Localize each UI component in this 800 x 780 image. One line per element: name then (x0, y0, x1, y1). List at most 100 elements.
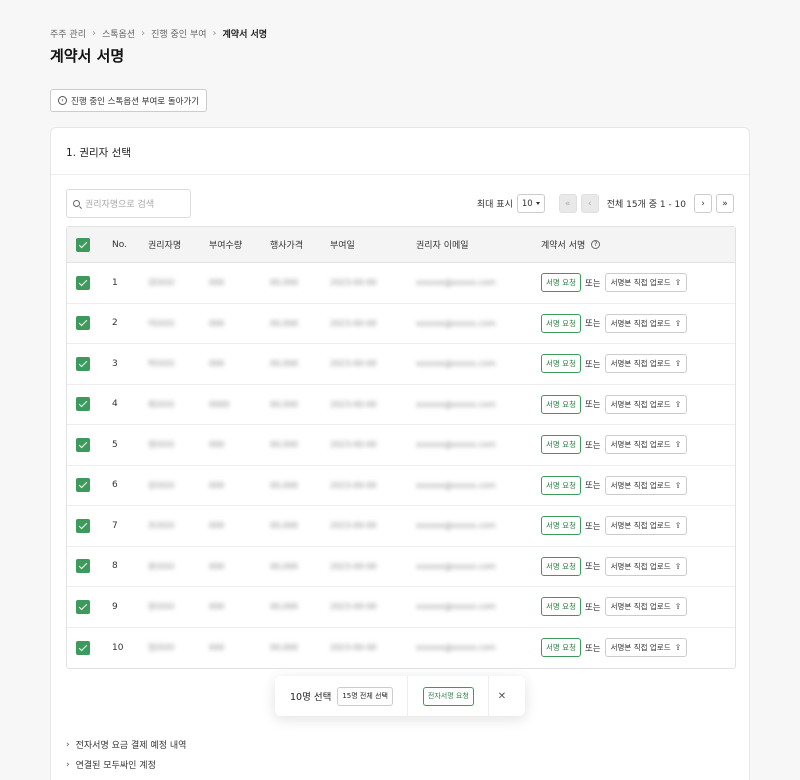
breadcrumb: 주주 관리 › 스톡옵션 › 진행 중인 부여 › 계약서 서명 (50, 27, 267, 40)
breadcrumb-item-shareholders[interactable]: 주주 관리 (50, 27, 86, 40)
upload-signed-button[interactable]: 서명본 직접 업로드 ⇪ (604, 394, 688, 414)
row-checkbox[interactable] (76, 478, 90, 493)
select-all-checkbox[interactable] (76, 237, 90, 252)
row-no: 10 (112, 642, 124, 653)
sign-request-button[interactable]: 서명 요청 (541, 638, 581, 658)
modusign-account-label: 연결된 모두싸인 계정 (75, 761, 156, 771)
help-icon[interactable]: ? (591, 240, 601, 249)
sign-request-button[interactable]: 서명 요청 (541, 597, 581, 617)
upload-signed-button[interactable]: 서명본 직접 업로드 ⇪ (604, 638, 688, 658)
prev-page-button[interactable]: ‹ (580, 194, 599, 213)
sign-request-button[interactable]: 서명 요청 (541, 313, 581, 333)
row-no: 3 (112, 358, 118, 369)
divider (487, 676, 489, 716)
row-checkbox[interactable] (76, 275, 90, 290)
upload-signed-button[interactable]: 서명본 직접 업로드 ⇪ (604, 475, 688, 495)
row-price: 00,000 (270, 440, 298, 450)
row-no: 5 (112, 439, 118, 450)
row-checkbox[interactable] (76, 640, 90, 655)
upload-icon: ⇪ (674, 561, 682, 571)
row-checkbox[interactable] (76, 316, 90, 331)
breadcrumb-item-grants[interactable]: 진행 중인 부여 (151, 27, 206, 40)
row-email: xxxxxx@xxxxx.com (416, 521, 496, 531)
search-input[interactable]: 권리자명으로 검색 (66, 189, 191, 218)
upload-label: 서명본 직접 업로드 (610, 561, 671, 571)
row-qty: 000 (209, 359, 225, 369)
select-all-button[interactable]: 15명 전체 선택 (337, 686, 393, 706)
upload-signed-button[interactable]: 서명본 직접 업로드 ⇪ (604, 313, 688, 333)
or-label: 또는 (584, 521, 601, 532)
upload-signed-button[interactable]: 서명본 직접 업로드 ⇪ (604, 354, 688, 374)
row-checkbox[interactable] (76, 518, 90, 533)
upload-label: 서명본 직접 업로드 (610, 359, 671, 369)
upload-signed-button[interactable]: 서명본 직접 업로드 ⇪ (604, 556, 688, 576)
row-qty: 0000 (209, 399, 230, 409)
upload-signed-button[interactable]: 서명본 직접 업로드 ⇪ (604, 435, 688, 455)
upload-signed-button[interactable]: 서명본 직접 업로드 ⇪ (604, 273, 688, 293)
sign-request-button[interactable]: 서명 요청 (541, 435, 581, 455)
upload-signed-button[interactable]: 서명본 직접 업로드 ⇪ (604, 597, 688, 617)
col-no: No. (112, 239, 127, 250)
page-size-label: 최대 표시 (476, 200, 513, 210)
row-price: 00,000 (270, 399, 298, 409)
upload-icon: ⇪ (674, 399, 682, 409)
sign-request-button[interactable]: 서명 요청 (541, 273, 581, 293)
table-row: 6 강OOO 000 00,000 2023-00-00 xxxxxx@xxxxx.com… (67, 466, 735, 506)
breadcrumb-item-stockoption[interactable]: 스톡옵션 (102, 27, 135, 40)
or-label: 또는 (584, 319, 601, 330)
close-icon[interactable]: ✕ (498, 691, 506, 702)
table-row: 5 정OOO 000 00,000 2023-00-00 xxxxxx@xxxxx.com… (67, 425, 735, 466)
divider (406, 676, 408, 716)
upload-icon: ⇪ (674, 359, 682, 369)
or-label: 또는 (584, 359, 601, 370)
row-checkbox[interactable] (76, 559, 90, 574)
chevron-right-icon: › (212, 28, 217, 39)
chevron-right-icon: › (91, 28, 96, 39)
row-checkbox[interactable] (76, 397, 90, 412)
row-price: 00,000 (270, 318, 298, 328)
row-name: 최OOO (148, 399, 175, 409)
upload-icon: ⇪ (674, 643, 682, 653)
sign-request-button[interactable]: 서명 요청 (541, 394, 581, 414)
table-row: 4 최OOO 0000 00,000 2023-00-00 xxxxxx@xxxxx.co… (67, 385, 735, 425)
esign-request-button[interactable]: 전자서명 요청 (422, 686, 474, 706)
payment-history-link[interactable]: › 전자서명 요금 결제 예정 내역 (66, 738, 187, 752)
row-price: 00,000 (270, 278, 298, 288)
sign-request-button[interactable]: 서명 요청 (541, 475, 581, 495)
back-button-label: 진행 중인 스톡옵션 부여로 돌아가기 (71, 96, 200, 107)
upload-label: 서명본 직접 업로드 (610, 602, 671, 612)
breadcrumb-item-current: 계약서 서명 (222, 30, 268, 40)
page-title: 계약서 서명 (50, 47, 125, 65)
page-size-select[interactable]: 10 (516, 194, 545, 213)
row-no: 7 (112, 520, 118, 531)
row-date: 2023-00-00 (330, 278, 377, 288)
row-qty: 000 (209, 561, 225, 571)
row-checkbox[interactable] (76, 437, 90, 452)
sign-request-button[interactable]: 서명 요청 (541, 556, 581, 576)
table-row: 8 윤OOO 000 00,000 2023-00-00 xxxxxx@xxxxx.com… (67, 547, 735, 587)
upload-signed-button[interactable]: 서명본 직접 업로드 ⇪ (604, 516, 688, 536)
row-checkbox[interactable] (76, 356, 90, 371)
row-checkbox[interactable] (76, 599, 90, 614)
row-price: 00,000 (270, 359, 298, 369)
row-price: 00,000 (270, 643, 298, 653)
row-email: xxxxxx@xxxxx.com (416, 643, 496, 653)
row-date: 2023-00-00 (330, 399, 377, 409)
modusign-account-link[interactable]: › 연결된 모두싸인 계정 (66, 758, 156, 772)
row-email: xxxxxx@xxxxx.com (416, 480, 496, 490)
next-page-button[interactable]: › (694, 194, 712, 213)
sign-request-button[interactable]: 서명 요청 (541, 516, 581, 536)
back-button[interactable]: ‹ 진행 중인 스톡옵션 부여로 돌아가기 (50, 89, 208, 112)
row-no: 4 (112, 399, 118, 410)
table-row: 10 임OOO 000 00,000 2023-00-00 xxxxxx@xxxxx.co… (67, 628, 735, 669)
row-no: 9 (112, 601, 118, 612)
upload-label: 서명본 직접 업로드 (610, 440, 671, 450)
payment-history-label: 전자서명 요금 결제 예정 내역 (75, 741, 187, 751)
first-page-button[interactable]: « (558, 194, 577, 213)
sign-request-button[interactable]: 서명 요청 (541, 354, 581, 374)
last-page-button[interactable]: » (716, 194, 734, 213)
row-qty: 000 (209, 643, 225, 653)
col-price: 행사가격 (270, 241, 304, 251)
table-row: 3 박OOO 000 00,000 2023-00-00 xxxxxx@xxxxx.com… (67, 344, 735, 385)
row-price: 00,000 (270, 521, 298, 531)
